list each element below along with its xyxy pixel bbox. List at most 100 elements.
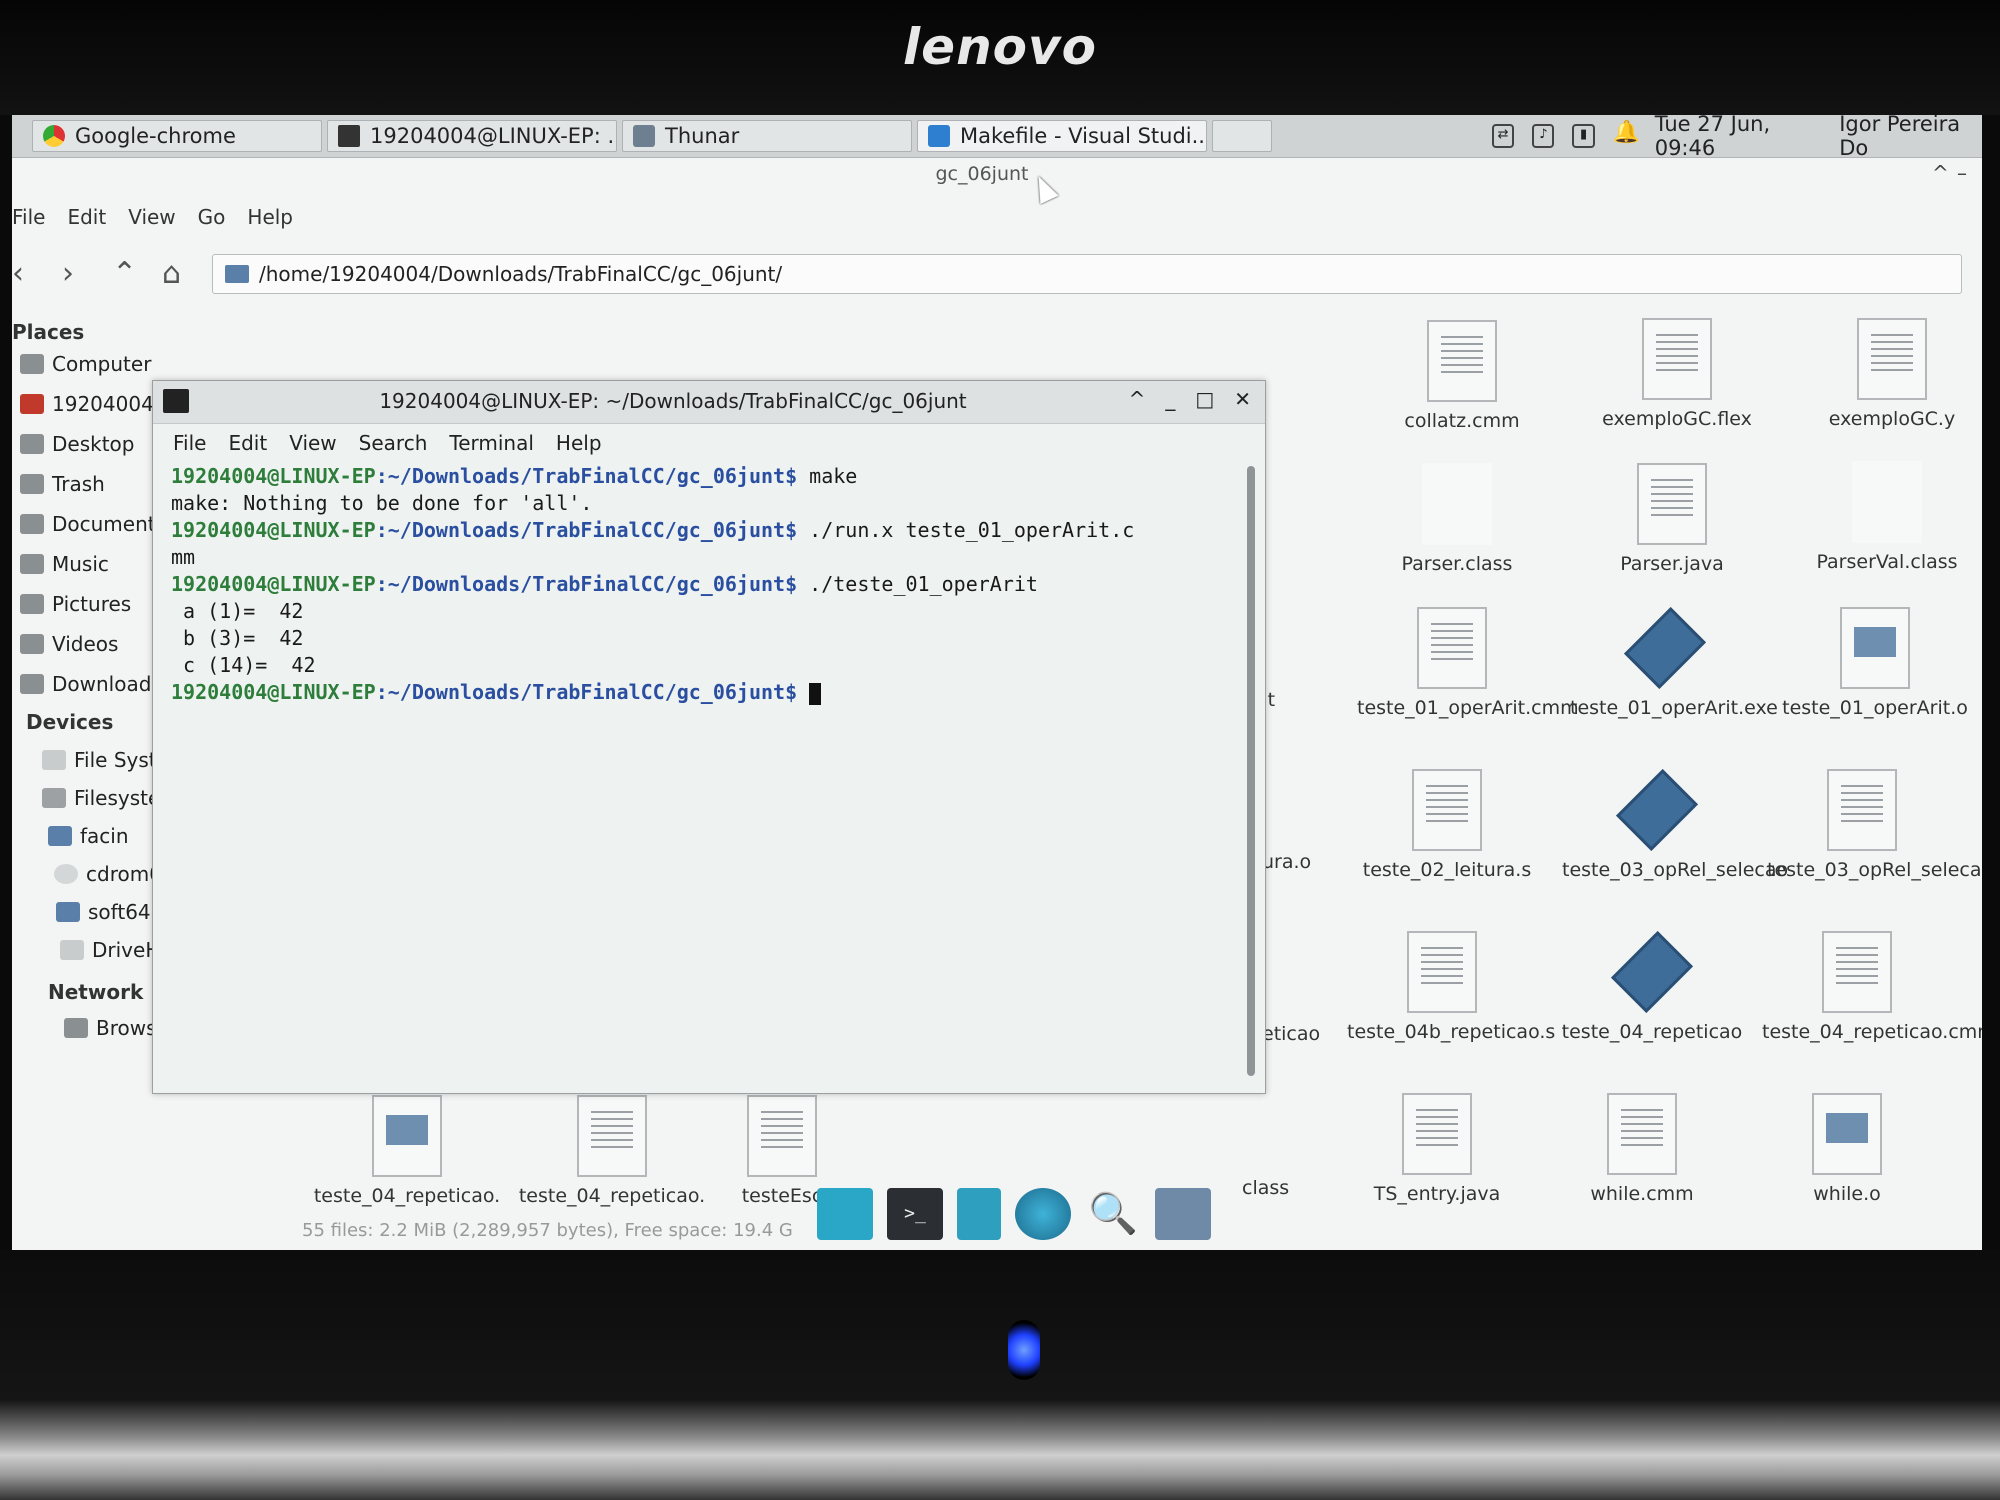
- terminal-titlebar[interactable]: 19204004@LINUX-EP: ~/Downloads/TrabFinal…: [153, 381, 1265, 424]
- file-item[interactable]: while.cmm: [1547, 1093, 1737, 1205]
- terminal-menu-edit[interactable]: Edit: [228, 431, 267, 455]
- thunar-menu-go[interactable]: Go: [198, 205, 226, 229]
- desktop-icon: [20, 434, 44, 454]
- file-item[interactable]: collatz.cmm: [1367, 320, 1557, 432]
- sidebar-heading-places: Places: [12, 320, 85, 344]
- power-led-icon: [1008, 1320, 1040, 1380]
- file-item[interactable]: Parser.class: [1362, 463, 1552, 575]
- maximize-icon[interactable]: □: [1195, 387, 1214, 411]
- sidebar-item-music[interactable]: Music: [20, 552, 109, 576]
- file-item[interactable]: class: [1242, 1177, 1312, 1199]
- workspace-switcher[interactable]: [1212, 120, 1272, 152]
- desktop-screen: Google-chrome 19204004@LINUX-EP: ... Thu…: [12, 115, 1982, 1250]
- panel-user-name[interactable]: Igor Pereira Do: [1839, 115, 1982, 160]
- sidebar-item-pictures[interactable]: Pictures: [20, 592, 131, 616]
- text-file-icon: [1642, 318, 1712, 400]
- text-file-icon: [1857, 318, 1927, 400]
- terminal-menu-terminal[interactable]: Terminal: [449, 431, 534, 455]
- monitor-bezel-left: [0, 115, 12, 1255]
- thunar-menu-view[interactable]: View: [128, 205, 175, 229]
- terminal-menubar: File Edit View Search Terminal Help: [173, 431, 602, 455]
- volume-icon[interactable]: ♪: [1532, 124, 1555, 148]
- class-file-icon: [1422, 463, 1492, 545]
- file-item[interactable]: teste_01_operArit.o: [1780, 607, 1970, 719]
- sidebar-item-desktop[interactable]: Desktop: [20, 432, 134, 456]
- forward-icon[interactable]: ›: [62, 256, 74, 291]
- file-item[interactable]: ura.o: [1262, 851, 1332, 873]
- taskbar-item-terminal[interactable]: 19204004@LINUX-EP: ...: [327, 120, 617, 152]
- terminal-icon[interactable]: >_: [887, 1188, 943, 1240]
- terminal-icon: [338, 125, 360, 147]
- monitor-bezel-right: [1982, 115, 2000, 1255]
- back-icon[interactable]: ‹: [12, 256, 24, 291]
- file-item[interactable]: teste_03_opRel_selecao.cmm: [1767, 769, 1982, 881]
- folder-icon: [633, 125, 655, 147]
- folder-icon[interactable]: [1155, 1188, 1211, 1240]
- file-item[interactable]: teste_03_opRel_selecao: [1562, 769, 1788, 881]
- sidebar-item-driveh[interactable]: DriveH: [60, 938, 160, 962]
- file-item[interactable]: teste_01_operArit.exe: [1570, 607, 1778, 719]
- file-item[interactable]: TS_entry.java: [1342, 1093, 1532, 1205]
- sidebar-item-facin[interactable]: facin: [48, 824, 129, 848]
- thunar-menu-file[interactable]: File: [12, 205, 45, 229]
- file-item[interactable]: eticao: [1262, 1023, 1342, 1045]
- file-item[interactable]: teste_04_repeticao.: [312, 1095, 502, 1207]
- sidebar-item-downloads[interactable]: Downloads: [20, 672, 162, 696]
- show-desktop-icon[interactable]: [817, 1188, 873, 1240]
- system-tray: ⇄ ♪ ▮ 🔔 Tue 27 Jun, 09:46 Igor Pereira D…: [1492, 115, 1982, 160]
- file-item[interactable]: teste_04_repeticao.cmm: [1762, 931, 1982, 1043]
- file-item[interactable]: teste_02_leitura.s: [1352, 769, 1542, 881]
- sidebar-item-home[interactable]: 19204004: [20, 392, 154, 416]
- shade-icon[interactable]: ^: [1129, 387, 1146, 411]
- up-icon[interactable]: ⌃: [112, 256, 137, 291]
- taskbar-item-chrome[interactable]: Google-chrome: [32, 120, 322, 152]
- terminal-output[interactable]: 19204004@LINUX-EP:~/Downloads/TrabFinalC…: [171, 463, 1231, 1073]
- file-item[interactable]: ParserVal.class: [1792, 461, 1982, 573]
- thunar-maximize-button[interactable]: ^: [1932, 161, 1949, 185]
- file-item[interactable]: teste_01_operArit.cmm: [1357, 607, 1579, 719]
- text-file-icon: [747, 1095, 817, 1177]
- file-item[interactable]: teste_04b_repeticao.s: [1347, 931, 1555, 1043]
- notification-bell-icon[interactable]: 🔔: [1613, 122, 1640, 148]
- terminal-line: a (1)= 42: [171, 599, 304, 623]
- sidebar-item-cdrom0[interactable]: cdrom0: [54, 862, 162, 886]
- file-item[interactable]: exemploGC.flex: [1582, 318, 1772, 430]
- home-icon[interactable]: ⌂: [162, 256, 181, 291]
- terminal-title: 19204004@LINUX-EP: ~/Downloads/TrabFinal…: [379, 389, 967, 413]
- panel-clock[interactable]: Tue 27 Jun, 09:46: [1655, 115, 1822, 160]
- sidebar-item-documents[interactable]: Documents: [20, 512, 166, 536]
- file-manager-icon[interactable]: [957, 1188, 1001, 1240]
- executable-file-icon: [1622, 769, 1692, 851]
- file-item[interactable]: Parser.java: [1577, 463, 1767, 575]
- terminal-window[interactable]: 19204004@LINUX-EP: ~/Downloads/TrabFinal…: [152, 380, 1266, 1094]
- location-bar[interactable]: /home/19204004/Downloads/TrabFinalCC/gc_…: [212, 254, 1962, 294]
- terminal-menu-file[interactable]: File: [173, 431, 206, 455]
- network-icon[interactable]: ⇄: [1492, 124, 1515, 148]
- thunar-menu-help[interactable]: Help: [247, 205, 293, 229]
- taskbar-item-thunar[interactable]: Thunar: [622, 120, 912, 152]
- minimize-icon[interactable]: _: [1165, 387, 1175, 411]
- file-item[interactable]: exemploGC.y: [1797, 318, 1982, 430]
- file-item[interactable]: teste_04_repeticao.: [517, 1095, 707, 1207]
- text-file-icon: [1827, 769, 1897, 851]
- file-item[interactable]: teste_04_repeticao: [1557, 931, 1747, 1043]
- taskbar-item-vscode[interactable]: Makefile - Visual Studi...: [917, 120, 1207, 152]
- sidebar-item-trash[interactable]: Trash: [20, 472, 105, 496]
- sidebar-item-soft64[interactable]: soft64: [56, 900, 151, 924]
- sidebar-item-computer[interactable]: Computer: [20, 352, 151, 376]
- close-icon[interactable]: ✕: [1234, 387, 1251, 411]
- file-item[interactable]: while.o: [1752, 1093, 1942, 1205]
- thunar-menu-edit[interactable]: Edit: [67, 205, 106, 229]
- thunar-minimize-button[interactable]: –: [1957, 161, 1967, 185]
- terminal-menu-help[interactable]: Help: [556, 431, 602, 455]
- terminal-menu-search[interactable]: Search: [359, 431, 428, 455]
- music-folder-icon: [20, 554, 44, 574]
- battery-icon[interactable]: ▮: [1572, 124, 1595, 148]
- terminal-line: b (3)= 42: [171, 626, 304, 650]
- drive-icon: [42, 750, 66, 770]
- web-browser-icon[interactable]: [1015, 1188, 1071, 1240]
- terminal-menu-view[interactable]: View: [289, 431, 336, 455]
- search-icon[interactable]: 🔍: [1085, 1188, 1141, 1240]
- terminal-scrollbar[interactable]: [1247, 466, 1255, 1076]
- sidebar-item-videos[interactable]: Videos: [20, 632, 118, 656]
